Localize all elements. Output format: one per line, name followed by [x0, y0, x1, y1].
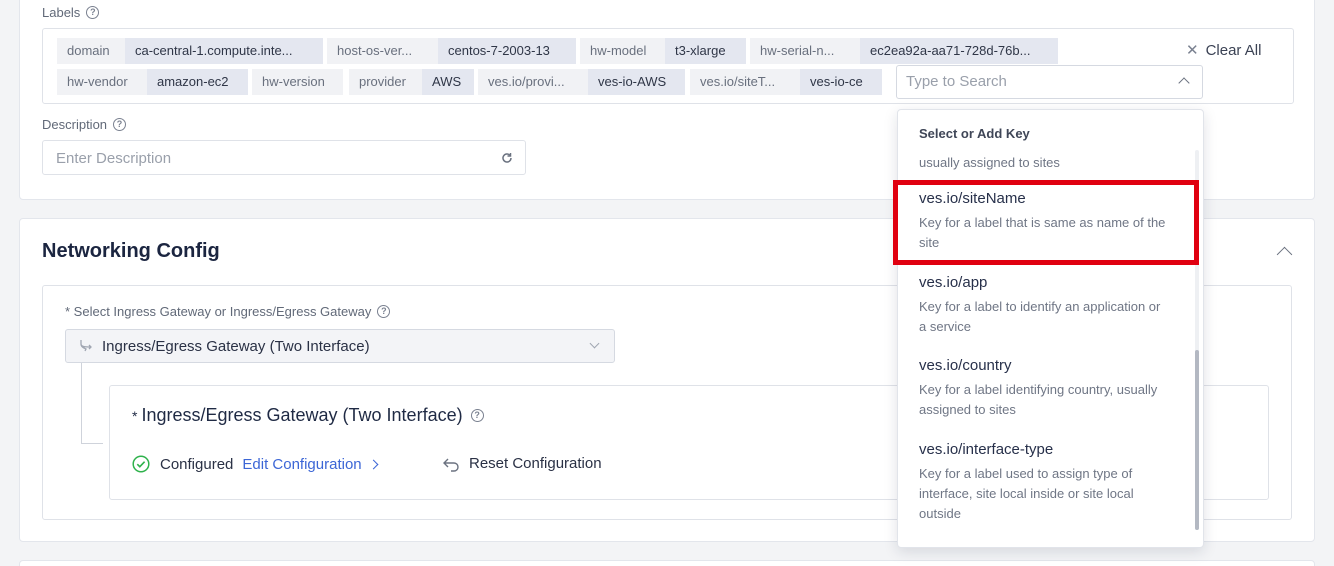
- chevron-down-icon: [589, 338, 600, 349]
- clear-all-button[interactable]: ✕ Clear All: [1186, 41, 1262, 60]
- chevron-right-icon: [368, 459, 379, 469]
- help-icon[interactable]: ?: [113, 118, 127, 131]
- label-chip-key[interactable]: hw-vendor: [57, 69, 147, 95]
- gateway-config-title: * Ingress/Egress Gateway (Two Interface)…: [132, 405, 484, 426]
- label-chip-value[interactable]: amazon-ec2: [147, 69, 248, 95]
- dropdown-scrollbar-thumb[interactable]: [1195, 350, 1199, 530]
- dropdown-header: Select or Add Key: [919, 126, 1030, 141]
- gateway-type-select[interactable]: Ingress/Egress Gateway (Two Interface): [65, 329, 615, 363]
- label-search-input[interactable]: [906, 73, 1166, 90]
- edit-configuration-link[interactable]: Edit Configuration: [242, 455, 379, 473]
- edit-configuration-label: Edit Configuration: [242, 455, 362, 473]
- label-chip-value[interactable]: centos-7-2003-13: [438, 38, 576, 64]
- reset-configuration-button[interactable]: Reset Configuration: [442, 455, 602, 472]
- key-suggestion-dropdown: Select or Add Key usually assigned to si…: [897, 109, 1204, 548]
- help-icon[interactable]: ?: [86, 6, 100, 19]
- gateway-select-label: * Select Ingress Gateway or Ingress/Egre…: [65, 304, 391, 319]
- check-circle-icon: [132, 455, 150, 473]
- option-description: Key for a label used to assign type of i…: [919, 466, 1134, 521]
- label-chip-key[interactable]: ves.io/provi...: [478, 69, 588, 95]
- undo-icon: [443, 458, 459, 472]
- option-key: ves.io/country: [919, 357, 1012, 374]
- dropdown-option-country[interactable]: ves.io/country Key for a label identifyi…: [919, 357, 1169, 420]
- label-chip-value[interactable]: ves-io-ce: [800, 69, 882, 95]
- description-field[interactable]: [42, 140, 526, 175]
- close-icon: ✕: [1186, 42, 1199, 59]
- label-chip-value[interactable]: ves-io-AWS: [588, 69, 685, 95]
- refresh-icon[interactable]: [501, 152, 513, 164]
- highlight-box: [893, 180, 1199, 265]
- dropdown-option-partial[interactable]: usually assigned to sites: [919, 153, 1169, 173]
- reset-configuration-label: Reset Configuration: [469, 455, 602, 472]
- tree-connector: [81, 363, 103, 444]
- dropdown-option-interface-type[interactable]: ves.io/interface-type Key for a label us…: [919, 441, 1169, 524]
- label-search-box[interactable]: [896, 65, 1203, 99]
- gateway-config-title-text: Ingress/Egress Gateway (Two Interface): [141, 405, 463, 425]
- option-key: ves.io/app: [919, 274, 988, 291]
- labels-field-label: Labels ?: [42, 5, 100, 20]
- description-field-label: Description ?: [42, 117, 127, 132]
- label-chip-value[interactable]: ca-central-1.compute.inte...: [125, 38, 323, 64]
- option-description: Key for a label to identify an applicati…: [919, 299, 1161, 334]
- label-chip-value[interactable]: t3-xlarge: [665, 38, 746, 64]
- option-description: Key for a label identifying country, usu…: [919, 382, 1158, 417]
- description-input[interactable]: [56, 150, 476, 167]
- option-key: ves.io/interface-type: [919, 441, 1054, 458]
- label-chip-key[interactable]: provider: [349, 69, 422, 95]
- label-chip-key[interactable]: hw-model: [580, 38, 665, 64]
- config-status-row: Configured Edit Configuration: [132, 455, 379, 473]
- label-chip-key[interactable]: hw-serial-n...: [750, 38, 860, 64]
- label-chip-value[interactable]: ec2ea92a-aa71-728d-76b...: [860, 38, 1058, 64]
- label-chip-key[interactable]: ves.io/siteT...: [690, 69, 800, 95]
- next-card: [19, 560, 1315, 566]
- description-title: Description: [42, 117, 108, 132]
- label-chip-key[interactable]: hw-version: [252, 69, 343, 95]
- gateway-select-label-text: * Select Ingress Gateway or Ingress/Egre…: [65, 304, 372, 319]
- label-chip-key[interactable]: domain: [57, 38, 125, 64]
- option-description: usually assigned to sites: [919, 155, 1060, 170]
- gateway-type-value: Ingress/Egress Gateway (Two Interface): [102, 338, 370, 355]
- chevron-up-icon[interactable]: [1178, 77, 1190, 89]
- help-icon[interactable]: ?: [377, 305, 391, 318]
- split-route-icon: [80, 340, 92, 352]
- labels-title: Labels: [42, 5, 81, 20]
- networking-title: Networking Config: [42, 240, 220, 262]
- configured-status: Configured: [160, 455, 234, 473]
- label-chip-key[interactable]: host-os-ver...: [327, 38, 438, 64]
- label-chip-value[interactable]: AWS: [422, 69, 474, 95]
- help-icon[interactable]: ?: [470, 409, 484, 422]
- clear-all-label: Clear All: [1205, 41, 1262, 59]
- dropdown-option-app[interactable]: ves.io/app Key for a label to identify a…: [919, 274, 1169, 337]
- required-mark: *: [132, 407, 138, 424]
